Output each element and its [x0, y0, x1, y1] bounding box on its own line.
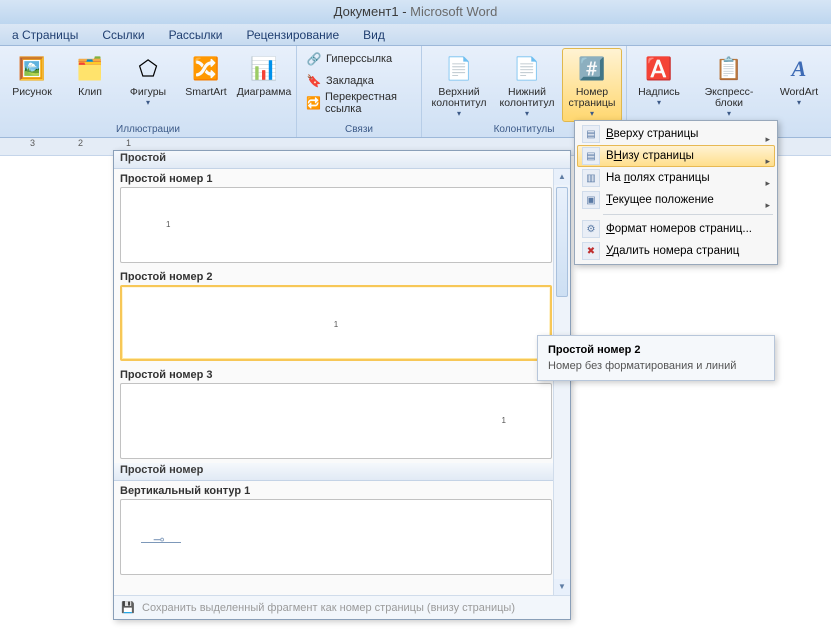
crossref-icon: 🔁	[306, 95, 321, 111]
picture-button[interactable]: 🖼️ Рисунок	[4, 48, 60, 101]
gallery-item-3[interactable]: 1	[120, 383, 552, 459]
textbox-icon: 🅰️	[643, 53, 675, 85]
chart-icon: 📊	[248, 53, 280, 85]
vertical-contour-icon	[141, 542, 181, 558]
page-number-gallery: Простой Простой номер 1 1 Простой номер …	[113, 150, 571, 620]
scroll-down-icon[interactable]: ▼	[554, 579, 570, 595]
gallery-save-selection: 💾 Сохранить выделенный фрагмент как номе…	[114, 595, 570, 619]
group-illustrations: 🖼️ Рисунок 🗂️ Клип ⬠ Фигуры 🔀 SmartArt 📊…	[0, 46, 297, 137]
gallery-item-1[interactable]: 1	[120, 187, 552, 263]
tab-page[interactable]: а Страницы	[0, 24, 90, 45]
ribbon-tabs: а Страницы Ссылки Рассылки Рецензировани…	[0, 24, 831, 46]
clip-icon: 🗂️	[74, 53, 106, 85]
tooltip-title: Простой номер 2	[548, 344, 764, 356]
tab-view[interactable]: Вид	[351, 24, 397, 45]
picture-icon: 🖼️	[16, 53, 48, 85]
shapes-button[interactable]: ⬠ Фигуры	[120, 48, 176, 111]
gallery-item-3-label: Простой номер 3	[114, 365, 570, 383]
bookmark-button[interactable]: 🔖 Закладка	[301, 70, 417, 92]
menu-remove-page-numbers[interactable]: ✖ Удалить номера страниц	[577, 240, 775, 262]
tab-review[interactable]: Рецензирование	[234, 24, 351, 45]
menu-separator	[603, 214, 773, 215]
shapes-icon: ⬠	[132, 53, 164, 85]
quickparts-icon: 📋	[713, 53, 745, 85]
remove-icon: ✖	[582, 242, 600, 260]
menu-page-margins[interactable]: ▥ На полях страницы	[577, 167, 775, 189]
bookmark-icon: 🔖	[306, 73, 322, 89]
tab-mailings[interactable]: Рассылки	[157, 24, 235, 45]
wordart-icon: A	[783, 53, 815, 85]
gallery-item-4[interactable]	[120, 499, 552, 575]
margins-icon: ▥	[582, 169, 600, 187]
window-titlebar: Документ1 - Microsoft Word	[0, 0, 831, 24]
scrollbar-thumb[interactable]	[556, 187, 568, 297]
textbox-button[interactable]: 🅰️ Надпись	[631, 48, 687, 111]
footer-icon: 📄	[511, 53, 543, 85]
menu-bottom-of-page[interactable]: ▤ ВНизу страницы	[577, 145, 775, 167]
top-page-icon: ▤	[582, 125, 600, 143]
crossref-button[interactable]: 🔁 Перекрестная ссылка	[301, 92, 417, 114]
hyperlink-button[interactable]: 🔗 Гиперссылка	[301, 48, 417, 70]
menu-current-position[interactable]: ▣ Текущее положение	[577, 189, 775, 211]
save-selection-icon: 💾	[120, 600, 136, 616]
page-number-icon: #️⃣	[576, 53, 608, 85]
gallery-scroll: Простой номер 1 1 Простой номер 2 1 Прос…	[114, 169, 570, 595]
app-name: Microsoft Word	[410, 4, 497, 19]
gallery-item-4-label: Вертикальный контур 1	[114, 481, 570, 499]
menu-format-page-numbers[interactable]: ⚙ Формат номеров страниц...	[577, 218, 775, 240]
quickparts-button[interactable]: 📋 Экспресс-блоки	[689, 48, 769, 122]
tooltip-description: Номер без форматирования и линий	[548, 360, 764, 372]
bottom-page-icon: ▤	[582, 147, 600, 165]
gallery-tooltip: Простой номер 2 Номер без форматирования…	[537, 335, 775, 381]
tab-links[interactable]: Ссылки	[90, 24, 156, 45]
document-name: Документ1	[334, 4, 399, 19]
smartart-button[interactable]: 🔀 SmartArt	[178, 48, 234, 101]
wordart-button[interactable]: A WordArt	[771, 48, 827, 111]
clip-button[interactable]: 🗂️ Клип	[62, 48, 118, 101]
gallery-item-2[interactable]: 1	[120, 285, 552, 361]
gallery-section-simple-number: Простой номер	[114, 463, 570, 481]
group-label-illustrations: Иллюстрации	[4, 124, 292, 137]
footer-button[interactable]: 📄 Нижний колонтитул	[494, 48, 560, 122]
smartart-icon: 🔀	[190, 53, 222, 85]
scroll-up-icon[interactable]: ▲	[554, 169, 570, 185]
page-number-menu: ▤ Вверху страницы ▤ ВНизу страницы ▥ На …	[574, 120, 778, 265]
current-pos-icon: ▣	[582, 191, 600, 209]
gallery-item-2-label: Простой номер 2	[114, 267, 570, 285]
menu-top-of-page[interactable]: ▤ Вверху страницы	[577, 123, 775, 145]
header-button[interactable]: 📄 Верхний колонтитул	[426, 48, 492, 122]
gallery-scrollbar[interactable]: ▲ ▼	[553, 169, 570, 595]
group-label-links: Связи	[301, 124, 417, 137]
chart-button[interactable]: 📊 Диаграмма	[236, 48, 292, 101]
page-number-button[interactable]: #️⃣ Номер страницы	[562, 48, 622, 122]
group-links: 🔗 Гиперссылка 🔖 Закладка 🔁 Перекрестная …	[297, 46, 422, 137]
gallery-item-1-label: Простой номер 1	[114, 169, 570, 187]
header-icon: 📄	[443, 53, 475, 85]
gallery-section-simple: Простой	[114, 151, 570, 169]
format-icon: ⚙	[582, 220, 600, 238]
hyperlink-icon: 🔗	[306, 51, 322, 67]
